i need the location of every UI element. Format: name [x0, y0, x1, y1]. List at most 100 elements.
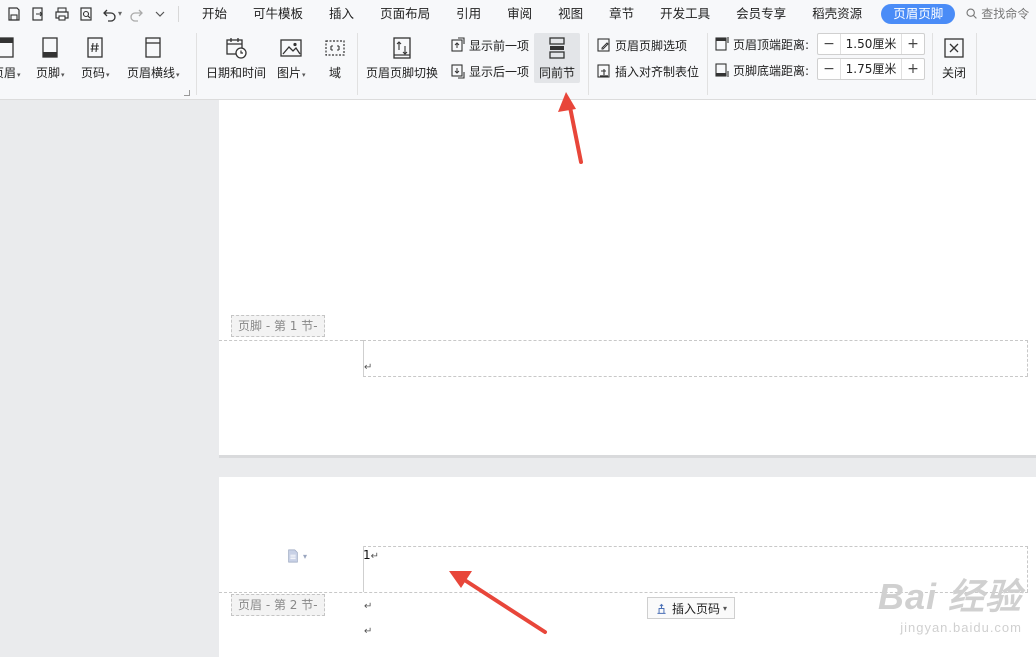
menu-tabs: 开始 可牛模板 插入 页面布局 引用 审阅 视图 章节 开发工具 会员专享 稻壳… — [189, 0, 956, 27]
options-icon — [597, 38, 610, 52]
picture-button[interactable]: 图片▾ — [277, 35, 306, 82]
group-launcher-icon[interactable] — [184, 90, 190, 96]
insert-page-number-button[interactable]: 插入页码 ▾ — [647, 597, 736, 619]
menu-bar: ▾ 开始 可牛模板 插入 页面布局 引用 审阅 视图 章节 开发工具 会员专享 … — [0, 0, 1036, 27]
tab-references[interactable]: 引用 — [443, 0, 494, 27]
date-time-button[interactable]: 日期和时间 — [206, 35, 266, 80]
ribbon-toolbar: 页眉▾ 页脚▾ 页码▾ 页眉横线▾ 日期和时间 图片▾ 域 页眉页脚切换 — [0, 27, 1036, 100]
command-search[interactable]: 查找命令 — [965, 5, 1029, 22]
header-caret-icon: ▾ — [17, 71, 21, 79]
picture-caret-icon: ▾ — [302, 71, 306, 79]
tab-member[interactable]: 会员专享 — [723, 0, 799, 27]
tab-docer-resources[interactable]: 稻壳资源 — [799, 0, 875, 27]
footer-bottom-distance-stepper[interactable]: − 1.75厘米 + — [817, 58, 925, 80]
header-footer-switch-button[interactable]: 页眉页脚切换 — [366, 35, 438, 80]
header-line-button-label: 页眉横线 — [127, 66, 176, 80]
show-previous-button[interactable]: 显示前一项 — [450, 35, 529, 55]
paragraph-mark: ↵ — [364, 601, 373, 612]
ribbon-divider — [976, 33, 977, 95]
footer-distance-icon — [715, 63, 729, 77]
tab-view[interactable]: 视图 — [545, 0, 596, 27]
toolbar-divider — [178, 5, 180, 22]
page-1[interactable]: 页脚 - 第 1 节- ↵ — [219, 100, 1036, 455]
print-icon — [55, 6, 69, 21]
picture-icon — [280, 39, 302, 57]
footer-caret-icon: ▾ — [61, 71, 65, 79]
watermark-url: jingyan.baidu.com — [900, 620, 1022, 635]
page-number-button-label: 页码 — [81, 66, 106, 80]
footer-button[interactable]: 页脚▾ — [36, 35, 65, 82]
show-previous-icon — [451, 37, 465, 52]
save-icon — [8, 6, 20, 21]
header-line-icon — [145, 37, 161, 58]
header-top-distance-input[interactable]: 1.50厘米 — [840, 34, 902, 54]
command-search-label: 查找命令 — [981, 7, 1030, 21]
header-footer-switch-label: 页眉页脚切换 — [366, 66, 439, 80]
header-top-border — [363, 546, 1028, 547]
header-line-button[interactable]: 页眉横线▾ — [127, 35, 180, 82]
show-next-button[interactable]: 显示后一项 — [450, 61, 529, 81]
tab-home[interactable]: 开始 — [189, 0, 240, 27]
footer-bottom-distance-label-group: 页脚底端距离: — [714, 60, 809, 80]
close-label: 关闭 — [941, 66, 966, 80]
page-number-button[interactable]: 页码▾ — [81, 35, 110, 82]
paragraph-mark: ↵ — [364, 626, 373, 637]
tab-templates[interactable]: 可牛模板 — [240, 0, 316, 27]
tab-developer[interactable]: 开发工具 — [647, 0, 723, 27]
insert-align-tab-label: 插入对齐制表位 — [615, 64, 700, 79]
ribbon-divider — [196, 33, 197, 95]
document-area[interactable]: 页脚 - 第 1 节- ↵ ▾ 1↵ 页眉 - 第 2 节- ↵ ↵ 插入页码 … — [0, 100, 1036, 657]
print-button[interactable] — [50, 3, 74, 25]
header-options-menu[interactable]: ▾ — [286, 549, 307, 563]
page-number-text: 1 — [363, 548, 371, 562]
header-top-distance-stepper[interactable]: − 1.50厘米 + — [817, 33, 925, 55]
insert-page-number-label: 插入页码 — [672, 601, 721, 616]
show-previous-label: 显示前一项 — [469, 38, 530, 53]
tab-page-layout[interactable]: 页面布局 — [367, 0, 443, 27]
export-button[interactable] — [26, 3, 50, 25]
save-button[interactable] — [2, 3, 26, 25]
footer-right-border — [1027, 340, 1028, 376]
footer-bottom-distance-input[interactable]: 1.75厘米 — [840, 59, 902, 79]
ribbon-divider — [357, 33, 358, 95]
footer-distance-increase-button[interactable]: + — [902, 59, 924, 79]
header-distance-decrease-button[interactable]: − — [818, 34, 840, 54]
tab-review[interactable]: 审阅 — [494, 0, 545, 27]
ribbon-divider — [932, 33, 933, 95]
redo-button[interactable] — [124, 3, 148, 25]
tab-header-footer[interactable]: 页眉页脚 — [881, 3, 956, 24]
field-button[interactable]: 域 — [322, 35, 348, 80]
page-1-shadow — [219, 455, 1036, 458]
header-page-number[interactable]: 1↵ — [363, 548, 379, 562]
print-preview-icon — [80, 6, 92, 21]
quick-access-toolbar: ▾ — [0, 0, 185, 27]
header-button[interactable]: 页眉▾ — [0, 35, 21, 82]
header-top-distance-label: 页眉顶端距离: — [733, 37, 810, 52]
footer-distance-decrease-button[interactable]: − — [818, 59, 840, 79]
field-icon — [325, 40, 345, 56]
print-preview-button[interactable] — [74, 3, 98, 25]
switch-header-footer-icon — [393, 37, 411, 59]
header-section-2-tag: 页眉 - 第 2 节- — [231, 594, 325, 616]
header-footer-options-button[interactable]: 页眉页脚选项 — [596, 35, 687, 55]
header-footer-options-label: 页眉页脚选项 — [615, 38, 688, 53]
header-line-caret-icon: ▾ — [176, 71, 180, 79]
header-icon — [0, 37, 14, 58]
page-number-icon — [87, 37, 103, 58]
undo-caret-icon[interactable]: ▾ — [118, 9, 122, 18]
watermark-brand: Bai 经验 — [877, 576, 1022, 617]
tab-section[interactable]: 章节 — [596, 0, 647, 27]
tab-insert[interactable]: 插入 — [316, 0, 367, 27]
search-icon — [966, 8, 977, 19]
close-header-footer-button[interactable]: 关闭 — [941, 35, 967, 80]
date-time-button-label: 日期和时间 — [206, 66, 267, 80]
header-distance-increase-button[interactable]: + — [902, 34, 924, 54]
header-distance-icon — [715, 37, 729, 51]
insert-align-tab-button[interactable]: 插入对齐制表位 — [596, 61, 699, 81]
header-button-label: 页眉 — [0, 66, 17, 80]
export-icon — [32, 6, 43, 21]
same-as-previous-button[interactable]: 同前节 — [539, 35, 575, 80]
header-options-caret-icon: ▾ — [303, 551, 308, 561]
customize-quick-access-button[interactable] — [148, 3, 172, 25]
paragraph-mark: ↵ — [364, 362, 373, 373]
